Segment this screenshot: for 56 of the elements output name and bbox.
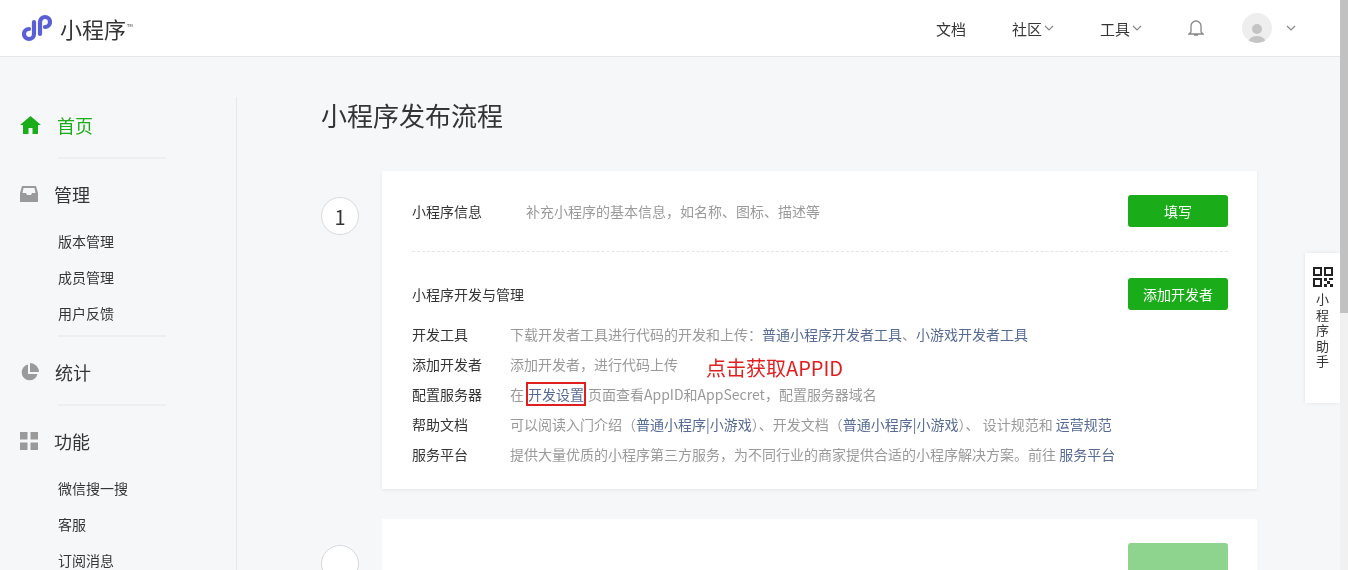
nav-link[interactable]: 社区 — [1011, 17, 1054, 39]
action-button[interactable] — [1128, 543, 1228, 570]
sidebar-item[interactable]: 统计 — [0, 352, 236, 392]
sidebar-subitem[interactable]: 版本管理 — [0, 223, 236, 259]
page-title: 小程序发布流程 — [321, 99, 504, 131]
sidebar-subitem[interactable]: 用户反馈 — [0, 295, 236, 331]
row-description: 添加开发者，进行代码上传 — [510, 352, 678, 376]
text-link[interactable]: 服务平台 — [1059, 443, 1116, 464]
text-link[interactable]: 普通小程序 — [636, 413, 706, 434]
row-label: 配置服务器 — [412, 382, 483, 406]
row-label: 帮助文档 — [412, 412, 469, 436]
row-description: 在 开发设置 页面查看AppID和AppSecret，配置服务器域名 — [510, 382, 877, 406]
text-link[interactable]: 开发设置 — [526, 381, 586, 406]
annotation-text: 点击获取APPID — [706, 353, 844, 382]
text-link[interactable]: 普通小程序开发者工具 — [762, 323, 902, 344]
sidebar-item-label: 首页 — [57, 112, 93, 138]
qr-code-icon — [1312, 267, 1333, 287]
sidebar-item-label: 统计 — [55, 359, 91, 385]
sidebar-subitem[interactable]: 微信搜一搜 — [0, 470, 236, 506]
nav-link[interactable]: 文档 — [935, 17, 966, 39]
section-description: 补充小程序的基本信息，如名称、图标、描述等 — [526, 201, 820, 221]
text-link[interactable]: 运营规范 — [1055, 413, 1112, 434]
section-title: 小程序信息 — [412, 201, 483, 221]
text-link[interactable]: 小游戏开发者工具 — [916, 323, 1028, 344]
row-label: 服务平台 — [412, 442, 469, 466]
row-description: 可以阅读入门介绍（普通小程序|小游戏）、开发文档（普通小程序|小游戏）、 设计规范和 运营规范 — [510, 412, 1112, 436]
sidebar-item[interactable]: 功能 — [0, 421, 236, 461]
logo-text: 小程序$^{™}$ — [60, 12, 133, 44]
step-number: 1 — [321, 197, 359, 235]
chevron-icon — [1286, 25, 1296, 31]
text-link[interactable]: 普通小程序 — [842, 413, 913, 434]
inbox-icon — [20, 186, 38, 202]
section-title: 小程序开发与管理 — [412, 284, 524, 304]
row-description: 下载开发者工具进行代码的开发和上传：普通小程序开发者工具、小游戏开发者工具 — [510, 322, 1028, 346]
home-icon — [20, 116, 41, 134]
sidebar-subitem[interactable]: 订阅消息 — [0, 542, 236, 570]
sidebar-item[interactable]: 管理 — [0, 174, 236, 214]
logo-icon — [22, 13, 52, 43]
text-link[interactable]: 小游戏 — [709, 413, 752, 434]
pie-chart-icon — [20, 362, 39, 382]
row-label: 开发工具 — [412, 322, 469, 346]
sidebar-subitem[interactable]: 客服 — [0, 506, 236, 542]
sidebar-item-label: 功能 — [54, 428, 90, 454]
grid-icon — [20, 432, 38, 450]
person-icon — [1248, 21, 1266, 43]
bell-icon[interactable] — [1188, 19, 1204, 37]
row-description: 提供大量优质的小程序第三方服务，为不同行业的商家提供合适的小程序解决方案。前往 服务平台 — [510, 442, 1116, 466]
row-label: 添加开发者 — [412, 352, 483, 376]
sidebar-subitem[interactable]: 成员管理 — [0, 259, 236, 295]
sidebar-item-label: 管理 — [54, 181, 90, 207]
avatar[interactable] — [1242, 13, 1272, 43]
scrollbar[interactable] — [1340, 0, 1348, 570]
text-link[interactable]: | — [912, 413, 917, 434]
text-link[interactable]: | — [706, 413, 710, 434]
helper-tab[interactable]: 小程序助手 — [1305, 253, 1340, 403]
nav-link[interactable]: 工具 — [1100, 17, 1142, 39]
